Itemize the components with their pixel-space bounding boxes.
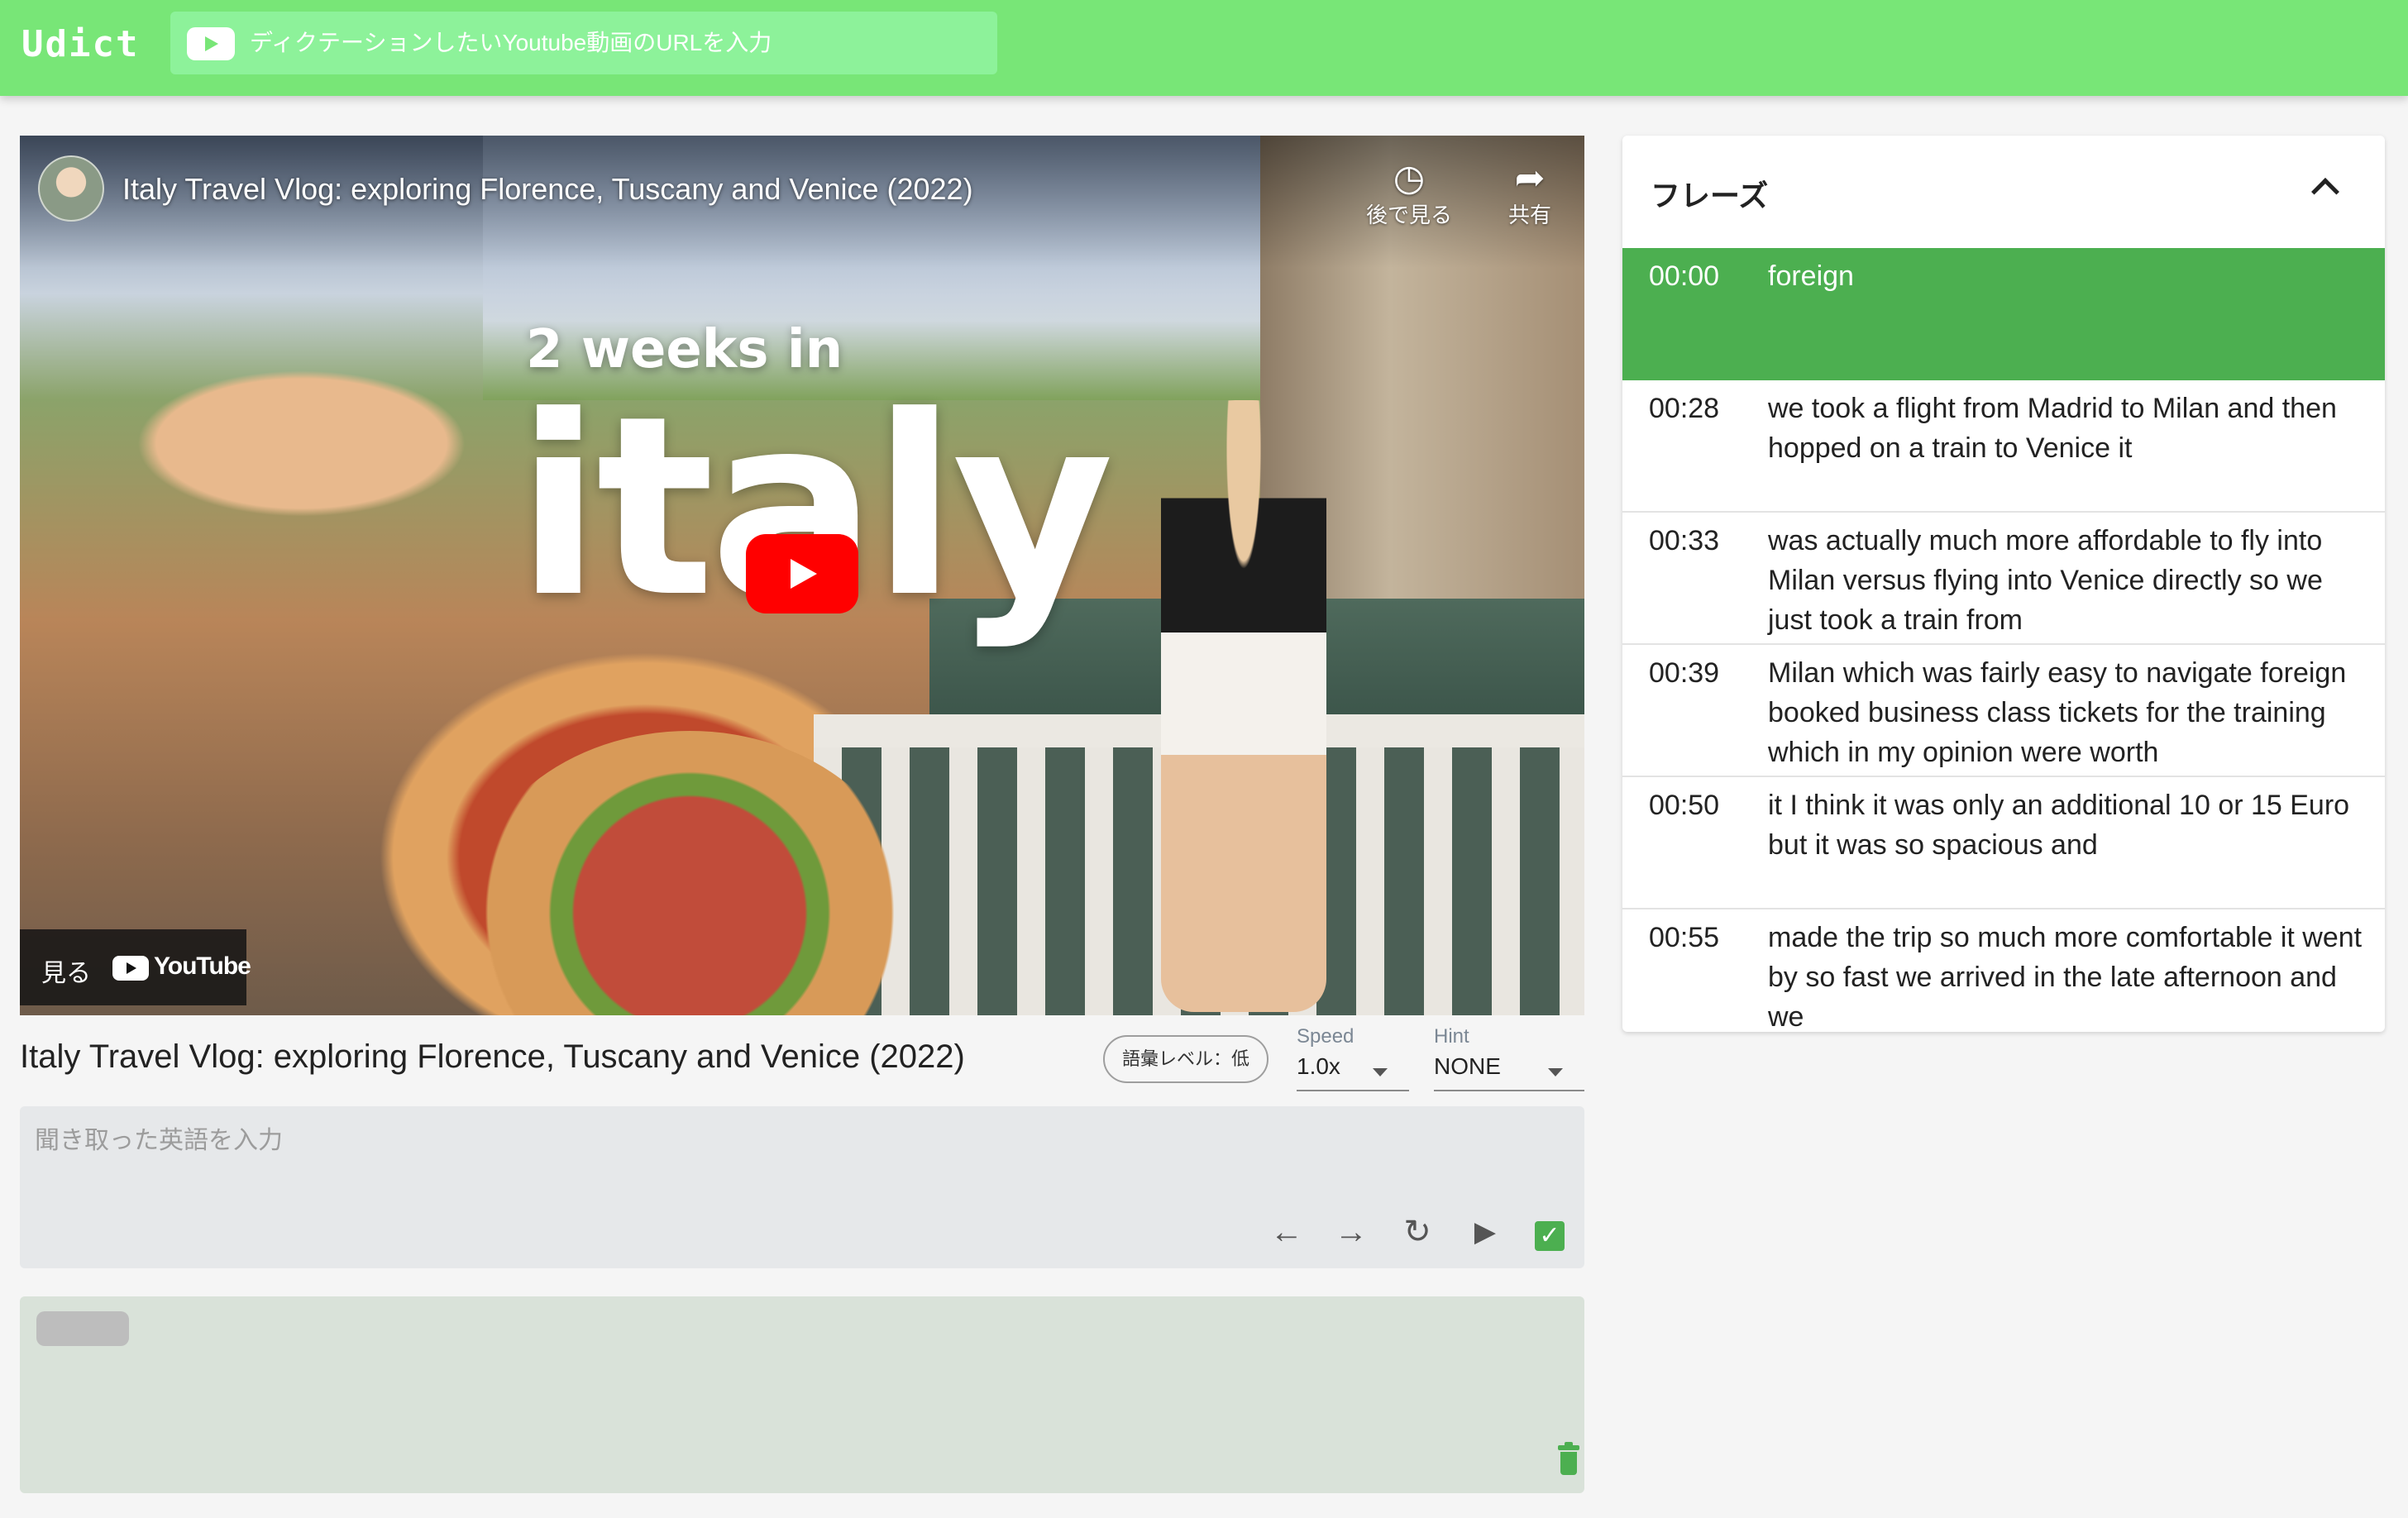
- watch-on-youtube-button[interactable]: 見る YouTube: [20, 929, 251, 1005]
- phrase-text: made the trip so much more comfortable i…: [1768, 922, 2363, 1032]
- play-icon: ▶: [1474, 1216, 1497, 1248]
- phrase-row[interactable]: 00:55 made the trip so much more comfort…: [1622, 909, 2385, 1032]
- phrase-time: 00:28: [1649, 393, 1720, 424]
- chevron-down-icon: [1373, 1068, 1388, 1076]
- dictation-input[interactable]: [35, 1119, 1565, 1202]
- video-title: Italy Travel Vlog: exploring Florence, T…: [20, 1038, 965, 1075]
- youtube-icon: [112, 956, 149, 981]
- next-phrase-button[interactable]: →: [1331, 1212, 1371, 1252]
- phrase-time: 00:00: [1649, 260, 1720, 292]
- phrase-text: was actually much more affordable to fly…: [1768, 525, 2323, 636]
- history-box: [20, 1296, 1584, 1493]
- video-player[interactable]: 2 weeks in italy Italy Travel Vlog: expl…: [20, 136, 1584, 1015]
- previous-phrase-button[interactable]: ←: [1267, 1212, 1307, 1252]
- arrow-right-icon: →: [1335, 1213, 1368, 1250]
- phrase-row[interactable]: 00:00 foreign: [1622, 248, 2385, 380]
- play-phrase-button[interactable]: ▶: [1465, 1212, 1505, 1252]
- phrases-panel: フレーズ 00:00 foreign 00:28 we took a fligh…: [1622, 136, 2385, 1032]
- share-button[interactable]: ➦ 共有: [1472, 159, 1584, 229]
- watch-later-label: 後で見る: [1365, 203, 1452, 227]
- speed-label: Speed: [1297, 1025, 1354, 1048]
- trash-icon[interactable]: [1558, 1442, 1579, 1475]
- phrase-text: we took a flight from Madrid to Milan an…: [1768, 393, 2337, 464]
- watch-on-label: 見る: [41, 960, 91, 987]
- arrow-left-icon: ←: [1270, 1213, 1303, 1250]
- share-icon: ➦: [1514, 158, 1546, 198]
- video-thumbnail-person: [1161, 400, 1326, 1012]
- youtube-icon: [187, 27, 235, 60]
- chevron-up-icon[interactable]: [2311, 178, 2339, 206]
- phrase-list: 00:00 foreign 00:28 we took a flight fro…: [1622, 248, 2385, 1032]
- channel-avatar[interactable]: [38, 155, 104, 222]
- video-overlay-title[interactable]: Italy Travel Vlog: exploring Florence, T…: [122, 172, 973, 207]
- app-logo[interactable]: Udict: [22, 23, 139, 65]
- youtube-url-input[interactable]: [250, 12, 977, 74]
- phrases-header[interactable]: フレーズ: [1622, 136, 2385, 248]
- youtube-wordmark: YouTube: [154, 952, 251, 980]
- share-label: 共有: [1507, 203, 1551, 227]
- phrase-text: foreign: [1768, 260, 1854, 292]
- phrase-row[interactable]: 00:50 it I think it was only an addition…: [1622, 777, 2385, 909]
- clock-icon: ◷: [1393, 158, 1426, 198]
- phrase-text: it I think it was only an additional 10 …: [1768, 790, 2350, 861]
- play-icon: [791, 559, 817, 589]
- phrases-title: フレーズ: [1651, 179, 1769, 212]
- video-play-button[interactable]: [746, 534, 858, 613]
- url-search-box: [170, 12, 997, 74]
- phrase-row[interactable]: 00:28 we took a flight from Madrid to Mi…: [1622, 380, 2385, 513]
- replay-button[interactable]: ↻: [1398, 1212, 1437, 1252]
- hint-value: NONE: [1434, 1053, 1501, 1079]
- speed-select[interactable]: Speed 1.0x: [1297, 1022, 1409, 1091]
- vocab-level-chip[interactable]: 語彙レベル：低: [1103, 1035, 1268, 1083]
- check-icon: ✓: [1539, 1222, 1560, 1249]
- phrase-time: 00:50: [1649, 790, 1720, 821]
- hint-label: Hint: [1434, 1025, 1469, 1048]
- phrase-time: 00:33: [1649, 525, 1720, 556]
- phrase-time: 00:55: [1649, 922, 1720, 953]
- hint-select[interactable]: Hint NONE: [1434, 1022, 1584, 1091]
- app-bar: Udict: [0, 0, 2408, 96]
- phrase-text: Milan which was fairly easy to navigate …: [1768, 657, 2347, 768]
- watch-later-button[interactable]: ◷ 後で見る: [1351, 159, 1467, 229]
- history-chip: [36, 1311, 129, 1346]
- speed-value: 1.0x: [1297, 1053, 1340, 1079]
- phrase-time: 00:39: [1649, 657, 1720, 689]
- check-answer-button[interactable]: ✓: [1535, 1221, 1565, 1251]
- chevron-down-icon: [1548, 1068, 1563, 1076]
- replay-icon: ↻: [1403, 1214, 1431, 1250]
- phrase-row[interactable]: 00:39 Milan which was fairly easy to nav…: [1622, 645, 2385, 777]
- phrase-row[interactable]: 00:33 was actually much more affordable …: [1622, 513, 2385, 645]
